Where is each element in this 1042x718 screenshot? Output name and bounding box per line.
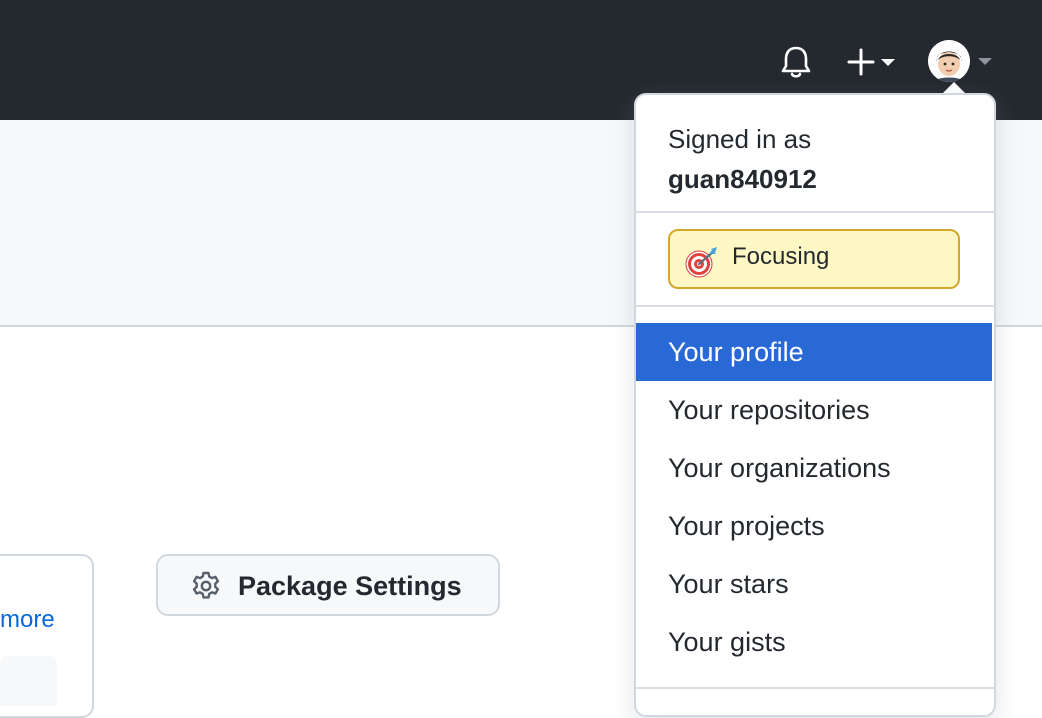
- side-card-inner-box: [0, 656, 57, 706]
- menu-divider: [636, 211, 994, 213]
- set-status-button[interactable]: Focusing: [668, 229, 960, 289]
- menu-item-your-repositories[interactable]: Your repositories: [636, 381, 992, 439]
- menu-item-your-projects[interactable]: Your projects: [636, 497, 992, 555]
- signed-in-header: Signed in as guan840912: [668, 119, 817, 199]
- more-link[interactable]: more: [0, 606, 55, 634]
- chevron-down-icon: [978, 58, 992, 65]
- package-settings-button[interactable]: Package Settings: [156, 554, 500, 616]
- menu-item-your-profile[interactable]: Your profile: [636, 323, 992, 381]
- notifications-button[interactable]: [778, 44, 814, 80]
- status-text: Focusing: [732, 243, 830, 270]
- menu-item-your-gists[interactable]: Your gists: [636, 613, 992, 671]
- chevron-down-icon: [881, 59, 895, 66]
- create-new-button[interactable]: [844, 44, 900, 80]
- package-settings-label: Package Settings: [238, 571, 462, 601]
- signed-in-label: Signed in as: [668, 124, 812, 154]
- menu-divider: [636, 687, 994, 689]
- plus-icon: [847, 48, 875, 76]
- avatar: [928, 40, 970, 82]
- user-menu-button[interactable]: [928, 40, 998, 84]
- menu-item-your-stars[interactable]: Your stars: [636, 555, 992, 613]
- gear-icon: [192, 571, 220, 599]
- username: guan840912: [668, 164, 817, 194]
- menu-item-your-organizations[interactable]: Your organizations: [636, 439, 992, 497]
- user-dropdown-menu: Signed in as guan840912 Focusing Your pr…: [634, 93, 996, 717]
- menu-divider: [636, 305, 994, 307]
- bell-icon: [781, 46, 811, 78]
- direct-hit-target-icon: [685, 247, 717, 278]
